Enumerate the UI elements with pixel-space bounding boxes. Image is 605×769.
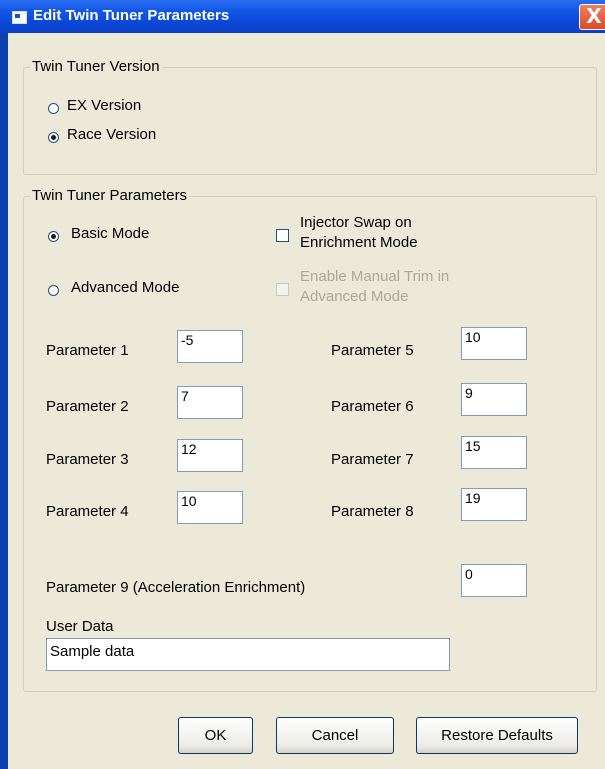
manual-trim-label-line1: Enable Manual Trim in [300, 268, 450, 285]
cancel-button[interactable]: Cancel [276, 717, 394, 754]
race-version-label[interactable]: Race Version [67, 126, 156, 143]
parameter-8-label: Parameter 8 [331, 503, 414, 520]
parameter-5-input[interactable]: 10 [461, 327, 527, 360]
parameter-9-label: Parameter 9 (Acceleration Enrichment) [46, 579, 306, 596]
injector-swap-label-line1[interactable]: Injector Swap on [300, 214, 412, 231]
version-group-title: Twin Tuner Version [30, 58, 162, 75]
parameter-5-label: Parameter 5 [331, 342, 414, 359]
dialog-body: Twin Tuner Version EX Version Race Versi… [8, 33, 605, 769]
user-data-input[interactable]: Sample data [46, 638, 450, 671]
basic-mode-label[interactable]: Basic Mode [71, 225, 149, 242]
version-group: Twin Tuner Version EX Version Race Versi… [23, 58, 597, 175]
parameter-1-input[interactable]: -5 [177, 330, 243, 363]
injector-swap-label-line2[interactable]: Enrichment Mode [300, 234, 418, 251]
parameters-group: Twin Tuner Parameters Basic Mode Advance… [23, 187, 597, 692]
restore-defaults-button[interactable]: Restore Defaults [416, 717, 578, 754]
parameter-7-input[interactable]: 15 [461, 436, 527, 469]
manual-trim-label-line2: Advanced Mode [300, 288, 409, 305]
close-button[interactable]: X [579, 4, 605, 30]
parameter-6-input[interactable]: 9 [461, 383, 527, 416]
basic-mode-radio[interactable] [48, 231, 59, 242]
injector-swap-checkbox[interactable] [276, 229, 289, 242]
parameter-4-input[interactable]: 10 [177, 491, 243, 524]
parameter-4-label: Parameter 4 [46, 503, 129, 520]
parameters-group-title: Twin Tuner Parameters [30, 187, 190, 204]
parameter-3-input[interactable]: 12 [177, 439, 243, 472]
advanced-mode-label[interactable]: Advanced Mode [71, 279, 179, 296]
advanced-mode-radio[interactable] [48, 285, 59, 296]
manual-trim-checkbox [276, 283, 289, 296]
parameter-1-label: Parameter 1 [46, 342, 129, 359]
window-title: Edit Twin Tuner Parameters [33, 7, 230, 24]
parameter-6-label: Parameter 6 [331, 398, 414, 415]
parameter-8-input[interactable]: 19 [461, 488, 527, 521]
ok-button[interactable]: OK [178, 717, 253, 754]
title-bar[interactable]: Edit Twin Tuner Parameters X [0, 0, 605, 33]
parameter-2-label: Parameter 2 [46, 398, 129, 415]
parameter-7-label: Parameter 7 [331, 451, 414, 468]
race-version-radio[interactable] [48, 132, 59, 143]
parameter-3-label: Parameter 3 [46, 451, 129, 468]
ex-version-radio[interactable] [48, 103, 59, 114]
parameter-9-input[interactable]: 0 [461, 564, 527, 597]
window-icon [12, 11, 27, 24]
ex-version-label[interactable]: EX Version [67, 97, 141, 114]
user-data-label: User Data [46, 618, 114, 635]
parameter-2-input[interactable]: 7 [177, 386, 243, 419]
